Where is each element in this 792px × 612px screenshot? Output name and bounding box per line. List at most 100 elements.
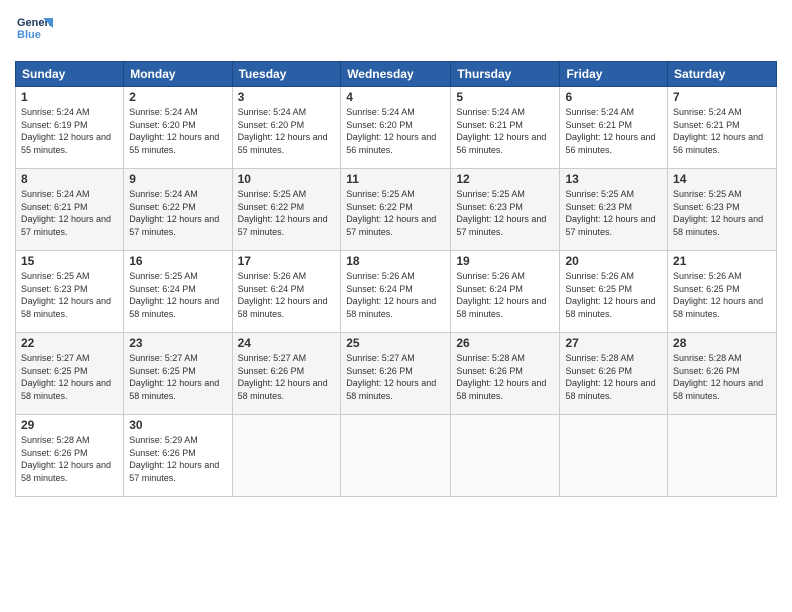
day-number: 11 [346,172,445,186]
calendar-cell: 10 Sunrise: 5:25 AM Sunset: 6:22 PM Dayl… [232,169,341,251]
day-number: 22 [21,336,118,350]
calendar-cell: 11 Sunrise: 5:25 AM Sunset: 6:22 PM Dayl… [341,169,451,251]
day-info: Sunrise: 5:24 AM Sunset: 6:21 PM Dayligh… [456,106,554,156]
calendar-week-row: 15 Sunrise: 5:25 AM Sunset: 6:23 PM Dayl… [16,251,777,333]
day-info: Sunrise: 5:24 AM Sunset: 6:19 PM Dayligh… [21,106,118,156]
day-number: 7 [673,90,771,104]
day-info: Sunrise: 5:27 AM Sunset: 6:26 PM Dayligh… [346,352,445,402]
calendar-cell: 3 Sunrise: 5:24 AM Sunset: 6:20 PM Dayli… [232,87,341,169]
weekday-header: Thursday [451,62,560,87]
day-number: 28 [673,336,771,350]
day-info: Sunrise: 5:26 AM Sunset: 6:24 PM Dayligh… [238,270,336,320]
day-number: 1 [21,90,118,104]
calendar-cell: 6 Sunrise: 5:24 AM Sunset: 6:21 PM Dayli… [560,87,668,169]
day-number: 4 [346,90,445,104]
day-info: Sunrise: 5:28 AM Sunset: 6:26 PM Dayligh… [456,352,554,402]
day-number: 6 [565,90,662,104]
calendar-cell [232,415,341,497]
day-info: Sunrise: 5:25 AM Sunset: 6:23 PM Dayligh… [21,270,118,320]
day-number: 5 [456,90,554,104]
weekday-header: Tuesday [232,62,341,87]
logo-icon: General Blue [15,10,53,48]
calendar-cell [560,415,668,497]
calendar-week-row: 22 Sunrise: 5:27 AM Sunset: 6:25 PM Dayl… [16,333,777,415]
calendar-cell: 12 Sunrise: 5:25 AM Sunset: 6:23 PM Dayl… [451,169,560,251]
day-number: 21 [673,254,771,268]
day-info: Sunrise: 5:25 AM Sunset: 6:22 PM Dayligh… [346,188,445,238]
day-info: Sunrise: 5:27 AM Sunset: 6:25 PM Dayligh… [21,352,118,402]
calendar-cell: 5 Sunrise: 5:24 AM Sunset: 6:21 PM Dayli… [451,87,560,169]
calendar-cell: 16 Sunrise: 5:25 AM Sunset: 6:24 PM Dayl… [124,251,232,333]
day-number: 2 [129,90,226,104]
calendar-cell [451,415,560,497]
day-number: 8 [21,172,118,186]
calendar-cell: 24 Sunrise: 5:27 AM Sunset: 6:26 PM Dayl… [232,333,341,415]
day-info: Sunrise: 5:24 AM Sunset: 6:22 PM Dayligh… [129,188,226,238]
calendar-week-row: 8 Sunrise: 5:24 AM Sunset: 6:21 PM Dayli… [16,169,777,251]
logo: General Blue [15,10,53,53]
day-info: Sunrise: 5:27 AM Sunset: 6:25 PM Dayligh… [129,352,226,402]
day-number: 27 [565,336,662,350]
day-number: 10 [238,172,336,186]
day-number: 24 [238,336,336,350]
day-number: 17 [238,254,336,268]
day-info: Sunrise: 5:24 AM Sunset: 6:21 PM Dayligh… [673,106,771,156]
svg-text:Blue: Blue [17,29,41,41]
day-number: 18 [346,254,445,268]
calendar-cell: 18 Sunrise: 5:26 AM Sunset: 6:24 PM Dayl… [341,251,451,333]
calendar-cell [341,415,451,497]
day-info: Sunrise: 5:24 AM Sunset: 6:21 PM Dayligh… [565,106,662,156]
calendar-cell: 17 Sunrise: 5:26 AM Sunset: 6:24 PM Dayl… [232,251,341,333]
calendar-week-row: 1 Sunrise: 5:24 AM Sunset: 6:19 PM Dayli… [16,87,777,169]
day-number: 30 [129,418,226,432]
day-number: 29 [21,418,118,432]
calendar-cell: 8 Sunrise: 5:24 AM Sunset: 6:21 PM Dayli… [16,169,124,251]
day-info: Sunrise: 5:24 AM Sunset: 6:21 PM Dayligh… [21,188,118,238]
calendar-cell: 4 Sunrise: 5:24 AM Sunset: 6:20 PM Dayli… [341,87,451,169]
calendar-body: 1 Sunrise: 5:24 AM Sunset: 6:19 PM Dayli… [16,87,777,497]
calendar-cell: 29 Sunrise: 5:28 AM Sunset: 6:26 PM Dayl… [16,415,124,497]
calendar-cell: 13 Sunrise: 5:25 AM Sunset: 6:23 PM Dayl… [560,169,668,251]
day-number: 14 [673,172,771,186]
calendar-cell: 30 Sunrise: 5:29 AM Sunset: 6:26 PM Dayl… [124,415,232,497]
calendar-cell: 23 Sunrise: 5:27 AM Sunset: 6:25 PM Dayl… [124,333,232,415]
day-info: Sunrise: 5:25 AM Sunset: 6:22 PM Dayligh… [238,188,336,238]
day-number: 13 [565,172,662,186]
calendar-cell: 26 Sunrise: 5:28 AM Sunset: 6:26 PM Dayl… [451,333,560,415]
day-info: Sunrise: 5:25 AM Sunset: 6:23 PM Dayligh… [456,188,554,238]
calendar-week-row: 29 Sunrise: 5:28 AM Sunset: 6:26 PM Dayl… [16,415,777,497]
day-info: Sunrise: 5:26 AM Sunset: 6:25 PM Dayligh… [565,270,662,320]
day-number: 25 [346,336,445,350]
day-info: Sunrise: 5:24 AM Sunset: 6:20 PM Dayligh… [238,106,336,156]
day-number: 9 [129,172,226,186]
calendar-page: General Blue SundayMondayTuesdayWednesda… [0,0,792,612]
weekday-header: Saturday [668,62,777,87]
day-info: Sunrise: 5:29 AM Sunset: 6:26 PM Dayligh… [129,434,226,484]
day-number: 23 [129,336,226,350]
calendar-header-row: SundayMondayTuesdayWednesdayThursdayFrid… [16,62,777,87]
day-info: Sunrise: 5:25 AM Sunset: 6:23 PM Dayligh… [673,188,771,238]
calendar-cell: 25 Sunrise: 5:27 AM Sunset: 6:26 PM Dayl… [341,333,451,415]
weekday-header: Sunday [16,62,124,87]
day-number: 19 [456,254,554,268]
day-number: 20 [565,254,662,268]
day-number: 12 [456,172,554,186]
page-header: General Blue [15,10,777,53]
day-info: Sunrise: 5:28 AM Sunset: 6:26 PM Dayligh… [565,352,662,402]
calendar-cell: 21 Sunrise: 5:26 AM Sunset: 6:25 PM Dayl… [668,251,777,333]
day-number: 3 [238,90,336,104]
calendar-cell: 15 Sunrise: 5:25 AM Sunset: 6:23 PM Dayl… [16,251,124,333]
calendar-cell: 28 Sunrise: 5:28 AM Sunset: 6:26 PM Dayl… [668,333,777,415]
calendar-cell: 1 Sunrise: 5:24 AM Sunset: 6:19 PM Dayli… [16,87,124,169]
weekday-header: Wednesday [341,62,451,87]
day-info: Sunrise: 5:24 AM Sunset: 6:20 PM Dayligh… [346,106,445,156]
day-info: Sunrise: 5:26 AM Sunset: 6:24 PM Dayligh… [456,270,554,320]
calendar-cell [668,415,777,497]
day-info: Sunrise: 5:25 AM Sunset: 6:23 PM Dayligh… [565,188,662,238]
calendar-cell: 14 Sunrise: 5:25 AM Sunset: 6:23 PM Dayl… [668,169,777,251]
day-info: Sunrise: 5:27 AM Sunset: 6:26 PM Dayligh… [238,352,336,402]
calendar-cell: 27 Sunrise: 5:28 AM Sunset: 6:26 PM Dayl… [560,333,668,415]
weekday-header: Monday [124,62,232,87]
day-number: 26 [456,336,554,350]
day-info: Sunrise: 5:24 AM Sunset: 6:20 PM Dayligh… [129,106,226,156]
